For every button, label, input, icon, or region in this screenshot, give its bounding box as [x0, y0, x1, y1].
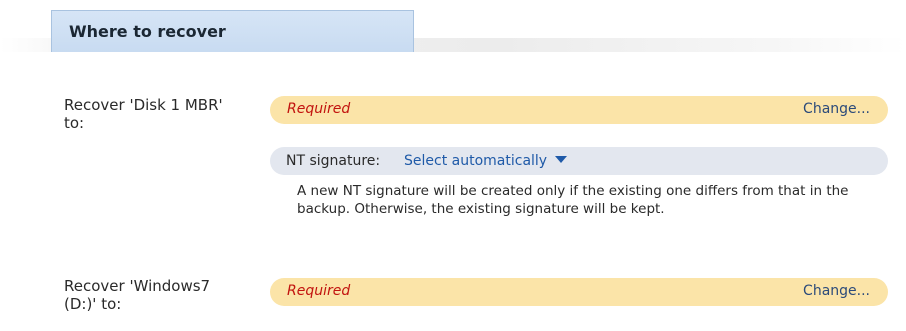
section-tab: Where to recover — [51, 10, 414, 52]
nt-signature-dropdown[interactable]: Select automatically — [404, 153, 568, 169]
recover-volume-target-bar[interactable]: Required Change... — [270, 278, 888, 306]
recovery-settings-page: Where to recover Recover 'Disk 1 MBR' to… — [0, 0, 906, 331]
change-disk-target-link[interactable]: Change... — [803, 101, 870, 117]
chevron-down-icon[interactable] — [555, 156, 568, 163]
required-status: Required — [287, 101, 351, 117]
nt-signature-selected-value: Select automatically — [404, 153, 548, 169]
recover-disk-label-line1: Recover 'Disk 1 MBR' — [64, 96, 223, 114]
recover-volume-label-line1: Recover 'Windows7 — [64, 277, 211, 295]
nt-signature-label: NT signature: — [286, 153, 381, 169]
required-status: Required — [287, 283, 351, 299]
nt-signature-bar: NT signature: Select automatically — [270, 147, 888, 175]
recover-disk-label: Recover 'Disk 1 MBR' to: — [64, 96, 223, 132]
nt-signature-description: A new NT signature will be created only … — [297, 183, 849, 217]
section-title: Where to recover — [69, 22, 226, 41]
change-volume-target-link[interactable]: Change... — [803, 283, 870, 299]
recover-volume-label: Recover 'Windows7 (D:)' to: — [64, 277, 210, 313]
recover-disk-label-line2: to: — [64, 114, 85, 132]
recover-volume-label-line2: (D:)' to: — [64, 295, 122, 313]
recover-disk-target-bar[interactable]: Required Change... — [270, 96, 888, 124]
